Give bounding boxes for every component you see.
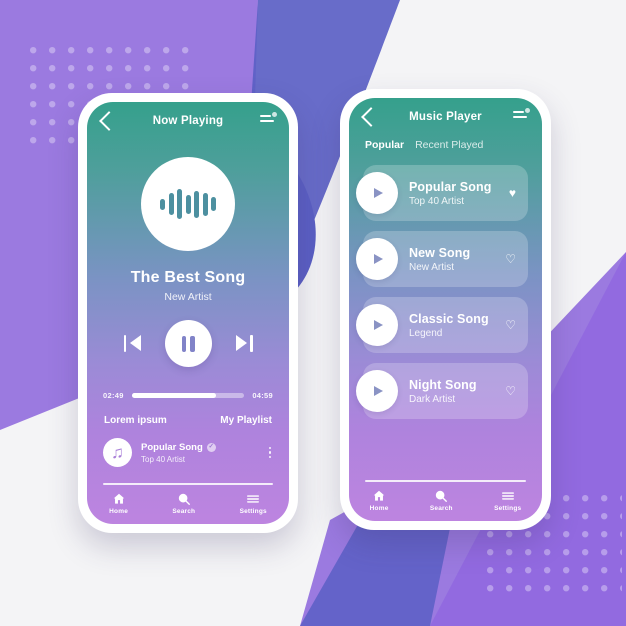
link-my-playlist[interactable]: My Playlist — [220, 415, 272, 426]
tab-popular[interactable]: Popular — [365, 139, 404, 151]
play-icon[interactable] — [356, 238, 398, 280]
list-item-text: Classic Song Legend — [398, 312, 505, 339]
song-artist: Legend — [409, 327, 443, 339]
home-icon — [372, 489, 386, 503]
progress-bar-row: 02:49 04:59 — [87, 391, 289, 400]
settings-icon — [501, 489, 515, 503]
phone-mockup-now-playing: Now Playing The Best Song New Artist 02:… — [78, 93, 298, 533]
song-title: Popular Song — [409, 179, 492, 194]
song-title: New Song — [409, 245, 471, 260]
links-row: Lorem ipsum My Playlist — [87, 415, 289, 426]
search-icon — [434, 489, 448, 503]
chevron-left-icon[interactable] — [361, 107, 381, 127]
song-list: Popular Song Top 40 Artist ♥ New Song Ne… — [349, 151, 542, 419]
home-icon — [112, 492, 126, 506]
link-lorem-ipsum[interactable]: Lorem ipsum — [104, 415, 167, 426]
menu-icon[interactable] — [260, 112, 277, 127]
nav-divider — [103, 483, 273, 485]
nav-label-settings: Settings — [239, 508, 267, 515]
bottom-nav-container: Home Search Settings — [87, 483, 289, 524]
heart-icon[interactable]: ♡ — [505, 385, 516, 397]
nav-item-search[interactable]: Search — [430, 489, 453, 512]
notification-dot-icon — [272, 112, 277, 117]
album-art-container — [87, 157, 289, 251]
list-item[interactable]: Popular Song Top 40 Artist ♥ — [356, 165, 528, 221]
nav-label-settings: Settings — [494, 505, 522, 512]
list-item[interactable]: Night Song Dark Artist ♡ — [356, 363, 528, 419]
tab-bar: Popular Recent Played — [349, 136, 542, 151]
mini-player-artist: Top 40 Artist — [141, 454, 186, 464]
play-icon[interactable] — [356, 172, 398, 214]
topbar-music-player: Music Player — [349, 98, 542, 136]
song-title: Night Song — [409, 377, 477, 392]
nav-item-home[interactable]: Home — [109, 492, 128, 515]
verified-badge-icon: ✓ — [206, 442, 216, 452]
list-item-text: New Song New Artist — [398, 246, 505, 273]
chevron-left-icon[interactable] — [99, 111, 119, 131]
notification-dot-icon — [525, 108, 530, 113]
heart-icon[interactable]: ♥ — [509, 187, 516, 199]
list-item[interactable]: New Song New Artist ♡ — [356, 231, 528, 287]
list-item[interactable]: Classic Song Legend ♡ — [356, 297, 528, 353]
skip-previous-icon[interactable] — [123, 335, 141, 352]
nav-label-search: Search — [172, 508, 196, 515]
nav-label-search: Search — [429, 505, 453, 512]
heart-icon[interactable]: ♡ — [505, 253, 516, 265]
progress-fill — [131, 393, 217, 398]
progress-slider[interactable] — [131, 393, 245, 398]
nav-label-home: Home — [369, 505, 389, 512]
song-artist: New Artist — [164, 291, 212, 303]
play-icon[interactable] — [356, 370, 398, 412]
nav-item-search[interactable]: Search — [172, 492, 195, 515]
song-artist: Dark Artist — [409, 393, 456, 405]
bottom-nav: Home Search Settings — [349, 489, 542, 512]
topbar-now-playing: Now Playing — [87, 102, 289, 140]
menu-icon[interactable] — [513, 108, 530, 123]
screen-music-player: Music Player Popular Recent Played Popul… — [349, 98, 542, 521]
pause-button[interactable] — [164, 320, 212, 367]
list-item-text: Popular Song Top 40 Artist — [398, 180, 509, 207]
play-icon[interactable] — [356, 304, 398, 346]
kebab-menu-icon[interactable] — [267, 445, 273, 460]
screen-now-playing: Now Playing The Best Song New Artist 02:… — [87, 102, 289, 524]
bottom-nav: Home Search Settings — [87, 492, 289, 515]
mini-player-title: Popular Song — [141, 441, 203, 453]
bottom-nav-container: Home Search Settings — [349, 480, 542, 521]
search-icon — [177, 492, 191, 506]
current-time: 02:49 — [103, 391, 124, 400]
nav-item-home[interactable]: Home — [370, 489, 389, 512]
nav-item-settings[interactable]: Settings — [240, 492, 267, 515]
song-artist: New Artist — [409, 261, 455, 273]
nav-item-settings[interactable]: Settings — [494, 489, 521, 512]
song-artist: Top 40 Artist — [409, 195, 465, 207]
song-title: The Best Song — [130, 269, 246, 286]
skip-next-icon[interactable] — [235, 335, 253, 352]
song-title: Classic Song — [409, 311, 489, 326]
mini-player-row[interactable]: ♫ Popular Song ✓ Top 40 Artist — [87, 438, 289, 467]
heart-icon[interactable]: ♡ — [505, 319, 516, 331]
list-item-text: Night Song Dark Artist — [398, 378, 505, 405]
tab-recent-played[interactable]: Recent Played — [415, 139, 483, 151]
nav-label-home: Home — [109, 508, 129, 515]
nav-divider — [365, 480, 526, 482]
total-time: 04:59 — [252, 391, 273, 400]
music-note-icon: ♫ — [103, 438, 132, 467]
mini-player-text: Popular Song ✓ Top 40 Artist — [141, 442, 258, 464]
song-info: The Best Song New Artist — [87, 269, 289, 303]
waveform-icon — [141, 157, 235, 251]
playback-controls — [87, 320, 289, 367]
phone-mockup-music-player: Music Player Popular Recent Played Popul… — [340, 89, 551, 530]
settings-icon — [246, 492, 260, 506]
